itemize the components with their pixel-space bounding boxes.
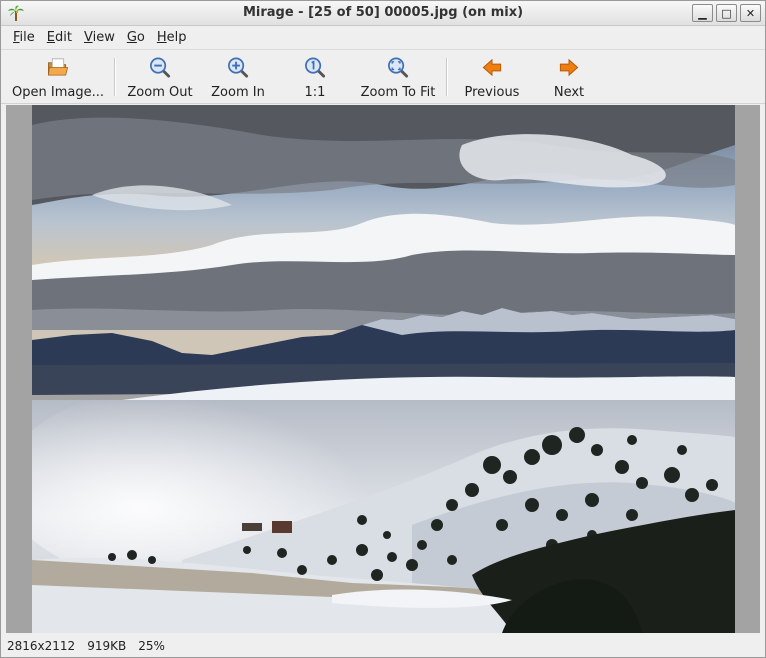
menu-file[interactable]: File <box>7 30 41 45</box>
menu-go[interactable]: Go <box>121 30 151 45</box>
maximize-icon: □ <box>721 6 732 20</box>
title-bar[interactable]: Mirage - [25 of 50] 00005.jpg (on mix) ▁… <box>1 1 765 26</box>
toolbar-separator <box>114 58 116 96</box>
close-button[interactable]: ✕ <box>740 4 761 22</box>
zoom-out-icon <box>150 57 171 78</box>
menu-file-label: ile <box>19 30 35 45</box>
zoom-fit-icon <box>388 57 409 78</box>
open-folder-icon <box>47 58 69 76</box>
menu-view-label: iew <box>92 30 115 45</box>
next-label: Next <box>553 85 585 100</box>
menu-edit[interactable]: Edit <box>41 30 78 45</box>
previous-label: Previous <box>464 85 520 100</box>
maximize-button[interactable]: □ <box>716 4 737 22</box>
menu-bar: File Edit View Go Help <box>1 26 765 50</box>
menu-edit-label: dit <box>55 30 72 45</box>
displayed-photo <box>32 105 735 633</box>
zoom-in-icon <box>228 57 249 78</box>
status-file-size: 919KB <box>87 638 127 653</box>
zoom-one-to-one-button[interactable]: 1:1 <box>295 54 335 100</box>
minimize-icon: ▁ <box>698 6 707 20</box>
status-dimensions: 2816x2112 <box>7 638 76 653</box>
menu-edit-mnemonic: E <box>46 30 55 45</box>
menu-go-mnemonic: G <box>126 30 137 45</box>
close-icon: ✕ <box>745 6 756 20</box>
menu-help[interactable]: Help <box>151 30 193 45</box>
zoom-100-icon <box>305 57 326 78</box>
status-bar: 2816x2112 919KB 25% <box>1 634 765 657</box>
arrow-left-icon <box>482 58 502 77</box>
zoom-out-label: Zoom Out <box>127 85 193 100</box>
minimize-button[interactable]: ▁ <box>692 4 713 22</box>
window-title: Mirage - [25 of 50] 00005.jpg (on mix) <box>242 5 524 20</box>
zoom-to-fit-label: Zoom To Fit <box>360 85 436 100</box>
status-zoom: 25% <box>138 638 165 653</box>
menu-go-label: o <box>136 30 145 45</box>
arrow-right-icon <box>559 58 579 77</box>
menu-help-label: elp <box>166 30 187 45</box>
open-image-label: Open Image... <box>12 85 104 100</box>
zoom-out-button[interactable]: Zoom Out <box>125 54 195 100</box>
zoom-to-fit-button[interactable]: Zoom To Fit <box>357 54 439 100</box>
image-viewport[interactable] <box>6 105 760 633</box>
menu-view-mnemonic: V <box>83 30 93 45</box>
next-button[interactable]: Next <box>547 54 591 100</box>
zoom-in-label: Zoom In <box>211 85 265 100</box>
toolbar: Open Image... Zoom Out Zoom In 1:1 Zoom … <box>1 50 765 104</box>
toolbar-separator <box>446 58 448 96</box>
previous-button[interactable]: Previous <box>459 54 525 100</box>
open-image-button[interactable]: Open Image... <box>11 54 105 100</box>
menu-view[interactable]: View <box>78 30 121 45</box>
app-window: Mirage - [25 of 50] 00005.jpg (on mix) ▁… <box>0 0 766 658</box>
zoom-one-to-one-label: 1:1 <box>304 85 326 100</box>
menu-help-mnemonic: H <box>156 30 167 45</box>
zoom-in-button[interactable]: Zoom In <box>205 54 271 100</box>
